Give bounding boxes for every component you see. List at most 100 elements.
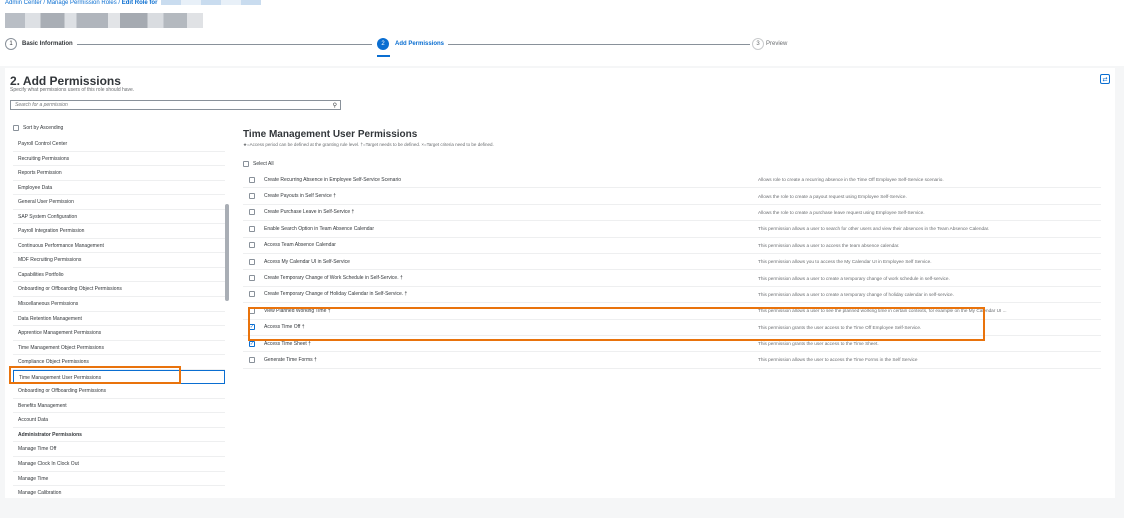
breadcrumb-admin-center[interactable]: Admin Center [5,0,42,6]
nav-item[interactable]: Employee Data [13,181,225,196]
permission-description: This permission allows the user to acces… [758,357,918,363]
permission-row: Enable Search Option in Team Absence Cal… [243,221,1101,238]
nav-item[interactable]: Onboarding or Offboarding Object Permiss… [13,282,225,298]
checkbox[interactable] [249,307,255,314]
search-input[interactable]: Search for a permission ⚲ [10,100,341,110]
nav-item[interactable]: Payroll Integration Permission [13,224,225,239]
step-3-indicator[interactable]: 3 [752,38,764,50]
permission-checkbox-cell [243,242,260,249]
nav-item[interactable]: Benefits Management [13,399,225,414]
step-2-indicator[interactable]: 2 [377,38,389,50]
nav-item[interactable]: Capabilities Portfolio [13,268,225,283]
section-title: 2. Add Permissions [10,74,121,88]
nav-item[interactable]: SAP System Configuration [13,210,225,225]
add-permissions-panel: 2. Add Permissions Specify what permissi… [5,68,1115,498]
permission-checkbox-cell [243,275,260,282]
nav-item[interactable]: Time Management Object Permissions [13,341,225,356]
checkbox[interactable] [249,356,255,363]
permission-name: Create Temporary Change of Work Schedule… [264,275,403,282]
checkmark-icon: ✓ [249,324,255,331]
breadcrumb: Admin Center / Manage Permission Roles /… [5,0,262,7]
nav-item[interactable]: Recruiting Permissions [13,152,225,167]
step-connector [77,44,372,45]
page-header: Admin Center / Manage Permission Roles /… [0,0,1124,66]
permission-description: This permission allows you to access the… [758,259,932,265]
permission-checkbox-cell [243,225,260,232]
nav-item[interactable]: Onboarding or Offboarding Permissions [13,384,225,399]
permission-name: Access Time Off † [264,324,305,331]
checked-checkbox[interactable]: ✓ [249,324,255,331]
nav-item[interactable]: MDF Recruiting Permissions [13,253,225,268]
checkbox[interactable] [249,193,255,200]
permission-description: This permission allows a user to access … [758,242,900,248]
nav-item[interactable]: Data Retention Management [13,312,225,327]
nav-item[interactable]: General User Permission [13,195,225,210]
permission-row: ✓ Access Time Sheet † This permission gran… [243,336,1101,353]
category-nav: Payroll Control Center Recruiting Permiss… [13,137,225,498]
permission-category-list: Sort by Ascending Payroll Control Center… [5,123,230,498]
wizard-steps: 1 Basic Information 2 Add Permissions 3 … [0,36,1124,57]
select-all-label: Select All [253,161,274,167]
checkbox[interactable] [249,275,255,282]
search-placeholder: Search for a permission [15,102,68,108]
permission-row: Access My Calendar UI in Self-Service Thi… [243,254,1101,271]
checkbox[interactable] [249,209,255,216]
checkbox[interactable] [249,291,255,298]
nav-item[interactable]: Compliance Object Permissions [13,355,225,370]
step-2-label[interactable]: Add Permissions [395,41,444,47]
checkmark-icon: ✓ [249,340,255,347]
nav-item[interactable]: Manage Time [13,472,225,487]
checkbox[interactable] [249,258,255,265]
redacted-role-name [161,0,262,5]
permission-description: This permission allows a user to create … [758,275,950,281]
permission-description: This permission grants the user access t… [758,324,922,330]
nav-item[interactable]: Apprentice Management Permissions [13,326,225,341]
scrollbar[interactable] [225,204,229,301]
checkbox[interactable] [13,125,19,131]
nav-item[interactable]: Reports Permission [13,166,225,181]
checked-checkbox[interactable]: ✓ [249,340,255,347]
section-subtitle: Specify what permissions users of this r… [10,87,135,93]
permission-name: View Planned Working Time † [264,307,331,314]
permission-description: Allows the role to create a purchase lea… [758,209,925,215]
permission-checkbox-cell [243,291,260,298]
nav-item[interactable]: Manage Calibration [13,486,225,498]
select-all-checkbox[interactable]: Select All [243,161,274,167]
permission-row: Create Recurring Absence in Employee Sel… [243,172,1101,189]
search-icon[interactable]: ⚲ [333,102,337,109]
nav-item[interactable]: Time Management User Permissions [13,369,225,385]
step-1-indicator[interactable]: 1 [5,38,17,50]
permissions-title: Time Management User Permissions [243,129,418,140]
permission-checkbox-cell [243,209,260,216]
breadcrumb-edit-role: Edit Role for [121,0,158,7]
nav-item[interactable]: Miscellaneous Permissions [13,297,225,312]
permission-row: View Planned Working Time † This permissi… [243,303,1101,320]
permission-description: This permission allows a user to search … [758,226,990,232]
checkbox[interactable] [243,161,249,167]
checkbox[interactable] [249,225,255,232]
permission-name: Create Temporary Change of Holiday Calen… [264,291,408,298]
nav-item[interactable]: Account Data [13,413,225,428]
permission-row: Create Payouts in Self Service † Allows t… [243,188,1101,205]
permission-name: Create Purchase Leave in Self-Service † [264,209,355,216]
permission-row: Access Team Absence Calendar This permiss… [243,238,1101,254]
step-3-label[interactable]: Preview [766,41,787,47]
permission-checkbox-cell [243,258,260,265]
checkbox[interactable] [249,176,255,183]
permission-description: Allows the role to create a payout reque… [758,193,907,199]
permission-name: Access My Calendar UI in Self-Service [264,258,350,265]
sync-icon[interactable]: ⇄ [1100,74,1110,84]
nav-item[interactable]: Payroll Control Center [13,137,225,152]
nav-item[interactable]: Manage Clock In Clock Out [13,457,225,472]
permission-description: This permission grants the user access t… [758,341,879,347]
sort-ascending-checkbox[interactable]: Sort by Ascending [13,125,63,131]
checkbox[interactable] [249,242,255,249]
permission-name: Access Team Absence Calendar [264,242,336,249]
nav-item[interactable]: Continuous Performance Management [13,239,225,254]
permission-checkbox-cell [243,176,260,183]
step-1-label[interactable]: Basic Information [22,41,73,47]
permission-row: Generate Time Forms † This permission all… [243,352,1101,369]
permission-checkbox-cell [243,307,260,314]
breadcrumb-manage-roles[interactable]: Manage Permission Roles [47,0,117,6]
nav-item[interactable]: Manage Time Off [13,442,225,458]
